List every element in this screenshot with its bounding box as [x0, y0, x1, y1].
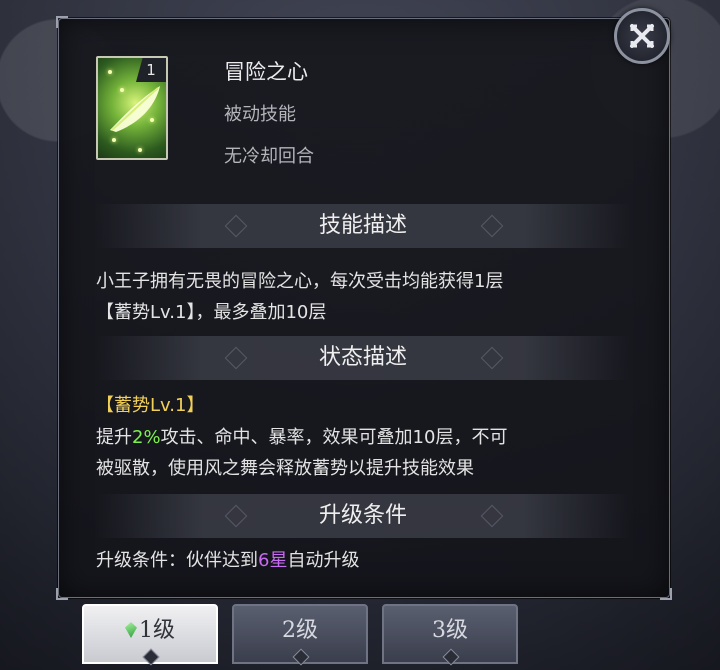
tab-notch-ornament — [442, 648, 460, 666]
tab-label: 1级 — [139, 618, 175, 643]
skill-description-line-2: 【蓄势Lv.1】，最多叠加10层 — [96, 302, 327, 323]
diamond-ornament — [224, 214, 248, 238]
glowing-feather-icon — [110, 86, 160, 132]
diamond-ornament — [480, 214, 504, 238]
status-text: 提升 — [96, 427, 132, 448]
panel-corner-ornament — [56, 588, 68, 600]
diamond-ornament — [480, 346, 504, 370]
tab-notch-ornament — [292, 648, 310, 666]
tab-label: 2级 — [282, 618, 318, 643]
section-title: 技能描述 — [318, 213, 407, 238]
diamond-ornament — [224, 504, 248, 528]
section-title: 升级条件 — [318, 503, 407, 528]
section-header-status: 状态描述 — [96, 336, 630, 380]
status-description-line-2: 被驱散，使用风之舞会释放蓄势以提升技能效果 — [96, 458, 474, 479]
skill-icon: 1 — [96, 56, 168, 160]
tab-notch-ornament — [142, 648, 160, 666]
close-button[interactable] — [614, 8, 670, 64]
diamond-ornament — [224, 346, 248, 370]
status-description-line-1: 提升2%攻击、命中、暴率，效果可叠加10层，不可 — [96, 422, 636, 453]
diamond-ornament — [480, 504, 504, 528]
skill-cooldown: 无冷却回合 — [224, 146, 314, 167]
skill-name: 冒险之心 — [224, 60, 308, 84]
status-highlight-value: 2% — [132, 427, 161, 448]
tab-level-3[interactable]: 3级 — [382, 604, 518, 666]
skill-type: 被动技能 — [224, 104, 296, 125]
section-title: 状态描述 — [318, 345, 407, 370]
upgrade-highlight-stars: 6星 — [258, 550, 288, 571]
panel-corner-ornament — [56, 16, 68, 28]
status-text: 攻击、命中、暴率，效果可叠加10层，不可 — [160, 427, 508, 448]
section-header-upgrade: 升级条件 — [96, 494, 630, 538]
upgrade-text: 升级条件：伙伴达到 — [96, 550, 258, 571]
close-x-icon — [630, 24, 654, 48]
tab-level-2[interactable]: 2级 — [232, 604, 368, 666]
skill-description-line-1: 小王子拥有无畏的冒险之心，每次受击均能获得1层 — [96, 271, 504, 292]
upgrade-condition: 升级条件：伙伴达到6星自动升级 — [96, 545, 636, 576]
upgrade-text: 自动升级 — [287, 550, 360, 571]
tab-level-1[interactable]: 1级 — [82, 604, 218, 666]
status-name: 【蓄势Lv.1】 — [96, 395, 205, 416]
section-header-description: 技能描述 — [96, 204, 630, 248]
panel-corner-ornament — [660, 588, 672, 600]
skill-level-badge: 1 — [136, 58, 166, 82]
tab-label: 3级 — [432, 618, 468, 643]
green-gem-icon — [125, 622, 137, 638]
